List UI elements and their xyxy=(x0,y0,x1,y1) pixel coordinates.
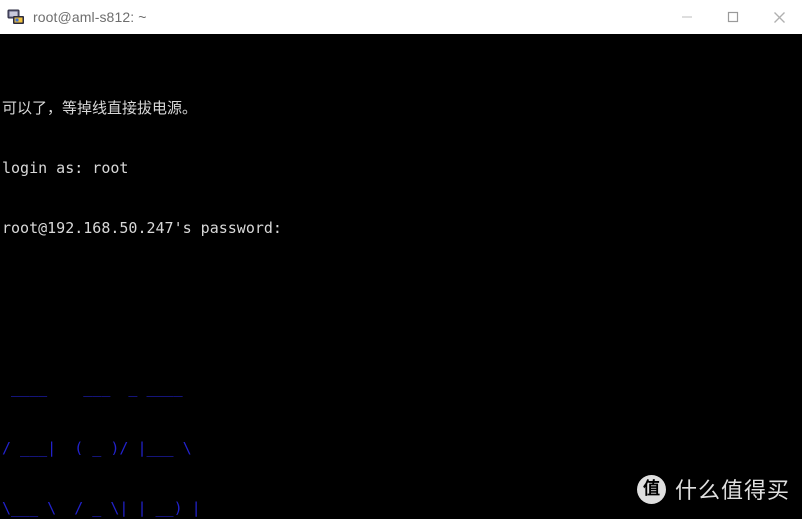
terminal-line-login-as: login as: root xyxy=(2,159,129,177)
close-icon[interactable] xyxy=(756,0,802,34)
watermark: 值 什么值得买 xyxy=(636,473,790,505)
terminal-line-password-prompt: root@192.168.50.247's password: xyxy=(2,219,282,237)
putty-icon xyxy=(7,8,25,26)
watermark-text: 什么值得买 xyxy=(674,479,790,504)
watermark-logo-icon: 值 xyxy=(636,474,666,504)
putty-terminal-window: root@aml-s812: ~ 可以了，等掉线直接拔电源。 login as:… xyxy=(0,0,802,519)
ascii-art-line-0: ____ ___ _ ____ xyxy=(2,379,201,397)
terminal-line-intro-cn: 可以了，等掉线直接拔电源。 xyxy=(2,99,198,117)
window-title: root@aml-s812: ~ xyxy=(33,9,147,25)
minimize-icon[interactable] xyxy=(664,0,710,34)
window-controls xyxy=(664,0,802,34)
window-titlebar[interactable]: root@aml-s812: ~ xyxy=(0,0,802,35)
terminal-output[interactable]: 可以了，等掉线直接拔电源。 login as: root root@192.16… xyxy=(0,34,802,519)
maximize-icon[interactable] xyxy=(710,0,756,34)
ascii-art-line-1: / ___| ( _ )/ |___ \ xyxy=(2,439,201,457)
